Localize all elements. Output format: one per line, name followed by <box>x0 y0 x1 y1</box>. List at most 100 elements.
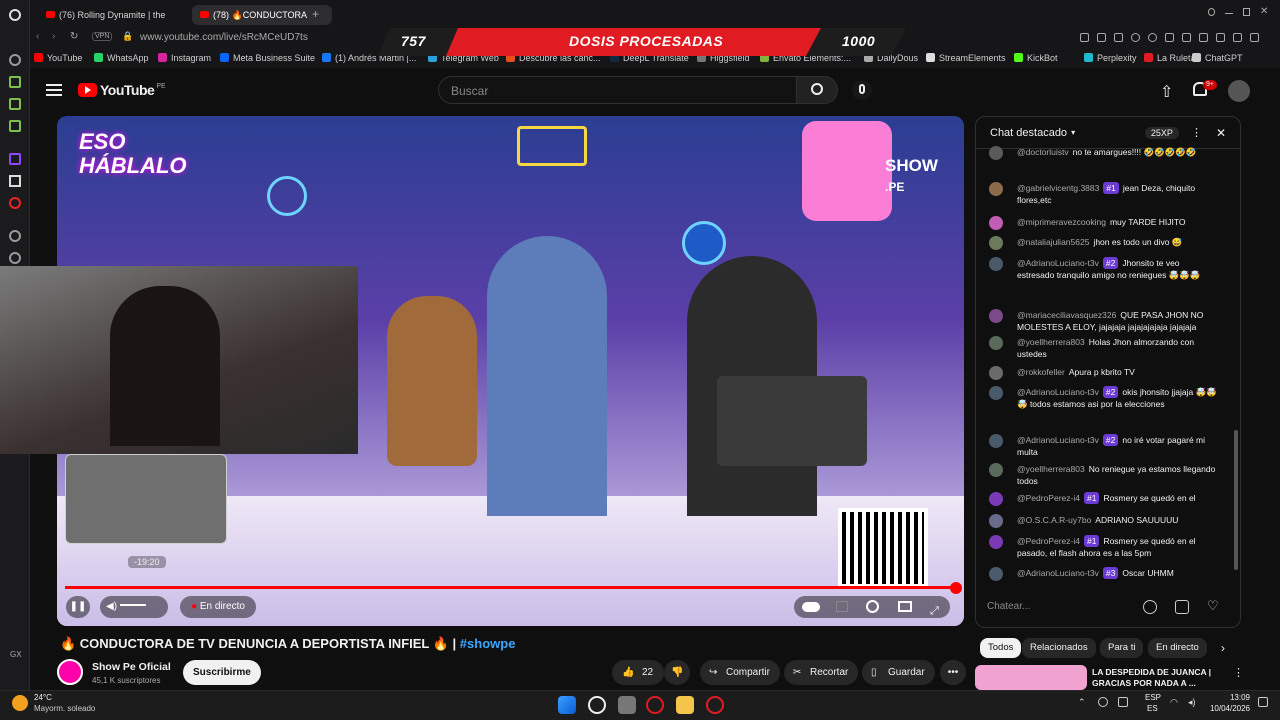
channel-name[interactable]: Show Pe Oficial <box>92 661 171 673</box>
chat-avatar[interactable] <box>989 535 1003 549</box>
fullscreen-icon[interactable]: ⤢ <box>930 600 939 622</box>
bookmark-item[interactable]: YouTube <box>34 53 82 63</box>
chat-message[interactable]: @mariaceciliavasquez326 QUE PASA JHON NO … <box>989 309 1219 333</box>
chat-username[interactable]: @gabrielvicentg.3883 <box>1017 183 1099 193</box>
bookmark-icon[interactable] <box>1080 33 1089 42</box>
heart-icon[interactable] <box>1148 33 1157 42</box>
sidebar-app-icon[interactable] <box>9 120 21 132</box>
extension-icon[interactable] <box>1114 33 1123 42</box>
sidebar-app-icon[interactable] <box>9 76 21 88</box>
chat-avatar[interactable] <box>989 434 1003 448</box>
bookmark-item[interactable]: Perplexity <box>1084 53 1137 63</box>
bookmark-item[interactable]: KickBot <box>1014 53 1058 63</box>
chat-scrollbar[interactable] <box>1234 150 1238 580</box>
chat-username[interactable]: @PedroPerez-i4 <box>1017 493 1080 503</box>
weather-icon[interactable] <box>12 695 28 711</box>
live-indicator[interactable]: ● En directo <box>180 596 256 618</box>
bookmark-item[interactable]: La Ruleta <box>1144 53 1196 63</box>
chat-avatar[interactable] <box>989 567 1003 581</box>
chat-avatar[interactable] <box>989 514 1003 528</box>
new-tab-button[interactable]: + <box>312 7 319 21</box>
volume-control[interactable]: ◀) <box>100 596 168 618</box>
progress-scrubber[interactable] <box>950 582 962 594</box>
ai-icon[interactable] <box>1233 33 1242 42</box>
chat-message[interactable]: @nataliajulian5625 jhon es todo un divo 😅 <box>989 236 1219 250</box>
video-hashtag-link[interactable]: #showpe <box>460 636 516 651</box>
bookmark-item[interactable]: Instagram <box>158 53 211 63</box>
account-avatar[interactable] <box>1228 80 1250 102</box>
autoplay-toggle[interactable] <box>802 602 820 612</box>
youtube-music-icon[interactable] <box>9 197 21 209</box>
history-icon[interactable] <box>9 230 21 242</box>
speaker-icon[interactable]: ◂) <box>1188 697 1196 708</box>
app-taskbar-icon[interactable] <box>706 696 724 714</box>
chat-message[interactable]: @AdrianoLuciano-t3v #2 no iré votar pagaré… <box>989 434 1219 458</box>
keyboard-layout-indicator[interactable]: ES <box>1147 704 1158 713</box>
bookmark-item[interactable]: Meta Business Suite <box>220 53 315 63</box>
search-button[interactable] <box>796 76 838 104</box>
chat-username[interactable]: @AdrianoLuciano-t3v <box>1017 258 1099 268</box>
chat-message[interactable]: @AdrianoLuciano-t3v #2 Jhonsito te veo est… <box>989 257 1219 281</box>
chat-avatar[interactable] <box>989 309 1003 323</box>
chat-username[interactable]: @miprimeravezcooking <box>1017 217 1106 227</box>
hamburger-menu-icon[interactable] <box>46 84 62 96</box>
chat-avatar[interactable] <box>989 336 1003 350</box>
miniplayer-icon[interactable] <box>898 601 912 612</box>
download-icon[interactable] <box>1216 33 1225 42</box>
forward-icon[interactable]: › <box>52 31 55 42</box>
chat-avatar[interactable] <box>989 492 1003 506</box>
tray-chevron-icon[interactable]: ⌃ <box>1078 697 1086 708</box>
chat-username[interactable]: @AdrianoLuciano-t3v <box>1017 568 1099 578</box>
chat-message[interactable]: @yoellherrera803 No reniegue ya estamos l… <box>989 463 1219 487</box>
chat-avatar[interactable] <box>989 216 1003 230</box>
weather-temperature[interactable]: 24°C <box>34 693 52 702</box>
subscribe-button[interactable]: Suscribirme <box>183 660 261 685</box>
taskbar-search-icon[interactable] <box>588 696 606 714</box>
task-view-icon[interactable] <box>618 696 636 714</box>
recommended-title[interactable]: LA DESPEDIDA DE JUANCA | GRACIAS POR NAD… <box>1092 667 1222 689</box>
chip-relacionados[interactable]: Relacionados <box>1022 638 1096 658</box>
youtube-logo[interactable]: YouTube PE <box>78 82 166 98</box>
minimize-icon[interactable] <box>1225 13 1233 14</box>
opera-gx-taskbar-icon[interactable] <box>646 696 664 714</box>
language-indicator[interactable]: ESP <box>1145 693 1161 702</box>
chat-username[interactable]: @mariaceciliavasquez326 <box>1017 310 1116 320</box>
clip-button[interactable]: ✂ Recortar <box>784 660 859 685</box>
x-twitter-icon[interactable] <box>9 175 21 187</box>
chat-message[interactable]: @yoellherrera803 Holas Jhon almorzando co… <box>989 336 1219 360</box>
chat-message[interactable]: @miprimeravezcooking muy TARDE HIJITO <box>989 216 1219 230</box>
vpn-badge[interactable]: VPN <box>92 32 113 41</box>
tray-app-icon[interactable] <box>1098 697 1108 707</box>
save-button[interactable]: ▯ Guardar <box>862 660 935 685</box>
recommended-thumbnail[interactable] <box>975 665 1087 690</box>
chat-avatar[interactable] <box>989 146 1003 160</box>
chat-message[interactable]: @AdrianoLuciano-t3v #2 okis jhonsito jjaja… <box>989 386 1219 410</box>
chat-message[interactable]: @PedroPerez-i4 #1 Rosmery se quedó en el p… <box>989 535 1219 559</box>
weather-description[interactable]: Mayorm. soleado <box>34 704 95 713</box>
chat-message[interactable]: @doctorluistv no te amargues!!!! 🤣🤣🤣🤣🤣 <box>989 146 1219 160</box>
reload-icon[interactable]: ↻ <box>70 31 78 42</box>
chip-en-directo[interactable]: En directo <box>1148 638 1207 658</box>
chat-avatar[interactable] <box>989 257 1003 271</box>
chevron-right-icon[interactable]: › <box>1221 641 1225 655</box>
chat-username[interactable]: @nataliajulian5625 <box>1017 237 1089 247</box>
chat-message[interactable]: @AdrianoLuciano-t3v #3 Oscar UHMM <box>989 567 1219 581</box>
close-icon[interactable]: ✕ <box>1260 7 1268 17</box>
more-actions-button[interactable]: ••• <box>940 660 966 685</box>
extension-icon[interactable] <box>1165 33 1174 42</box>
maximize-icon[interactable] <box>1242 8 1251 16</box>
back-icon[interactable]: ‹ <box>36 31 39 42</box>
voice-search-button[interactable] <box>852 80 872 100</box>
aria-icon[interactable] <box>9 54 21 66</box>
chat-username[interactable]: @O.S.C.A.R-uy7bo <box>1017 515 1091 525</box>
tray-app-icon[interactable] <box>1118 697 1128 707</box>
pause-button[interactable]: ❚❚ <box>66 596 90 618</box>
chat-message[interactable]: @rokkofeller Apura p kbrito TV <box>989 366 1219 380</box>
extension-icon[interactable] <box>1199 33 1208 42</box>
chat-username[interactable]: @PedroPerez-i4 <box>1017 536 1080 546</box>
chat-username[interactable]: @AdrianoLuciano-t3v <box>1017 435 1099 445</box>
url-field[interactable]: www.youtube.com/live/sRcMCeUD7ts <box>140 32 308 43</box>
opera-logo-icon[interactable] <box>9 9 21 21</box>
search-input[interactable]: Buscar <box>438 76 798 104</box>
gx-icon[interactable]: GX <box>10 650 22 659</box>
